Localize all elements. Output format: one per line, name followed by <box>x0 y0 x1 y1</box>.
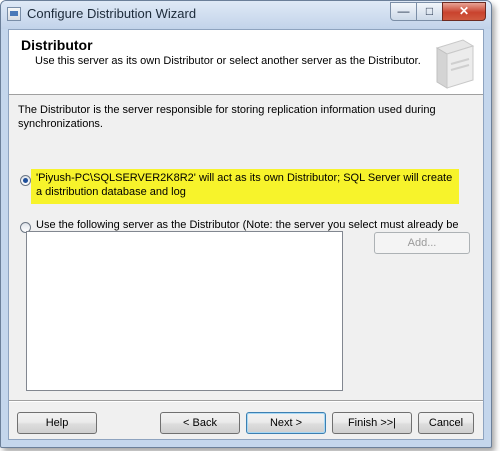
page-subtitle: Use this server as its own Distributor o… <box>35 55 421 67</box>
server-graphic-icon <box>435 39 475 89</box>
page-title: Distributor <box>21 37 93 53</box>
option-own-distributor-label[interactable]: 'Piyush-PC\SQLSERVER2K8R2' will act as i… <box>36 171 456 199</box>
wizard-client-area: Distributor Use this server as its own D… <box>8 29 484 440</box>
next-button[interactable]: Next > <box>246 412 326 434</box>
wizard-header: Distributor Use this server as its own D… <box>9 30 483 95</box>
finish-button[interactable]: Finish >>| <box>332 412 412 434</box>
window-title: Configure Distribution Wizard <box>27 6 197 21</box>
title-bar[interactable]: Configure Distribution Wizard — □ ✕ <box>1 1 491 29</box>
radio-own-distributor[interactable] <box>20 175 31 186</box>
distributor-server-list[interactable] <box>26 231 343 391</box>
wizard-footer: Help < Back Next > Finish >>| Cancel <box>9 402 483 439</box>
minimize-button[interactable]: — <box>390 2 417 21</box>
wizard-app-icon <box>7 7 21 21</box>
close-button[interactable]: ✕ <box>442 2 486 21</box>
maximize-button[interactable]: □ <box>416 2 443 21</box>
help-button[interactable]: Help <box>17 412 97 434</box>
caption-buttons: — □ ✕ <box>390 2 486 21</box>
wizard-window: Configure Distribution Wizard — □ ✕ Dist… <box>0 0 492 448</box>
distributor-description: The Distributor is the server responsibl… <box>18 104 436 130</box>
add-server-button[interactable]: Add... <box>374 232 470 254</box>
back-button[interactable]: < Back <box>160 412 240 434</box>
cancel-button[interactable]: Cancel <box>418 412 474 434</box>
